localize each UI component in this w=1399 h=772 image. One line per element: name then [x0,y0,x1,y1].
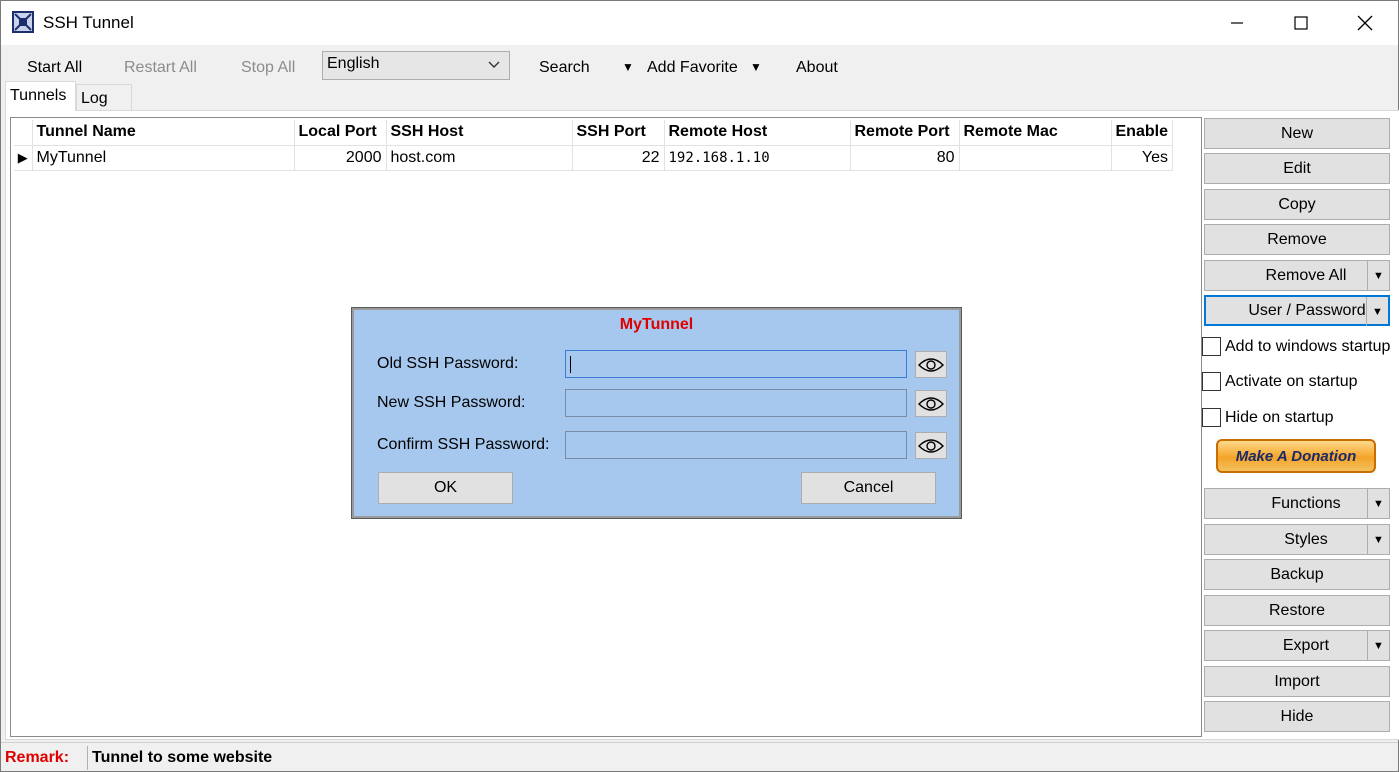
row-pointer-icon: ▶ [14,145,33,171]
column-header[interactable]: Tunnel Name [32,120,295,146]
hide-button[interactable]: Hide [1204,701,1390,732]
dropdown-arrow-icon[interactable]: ▼ [1367,525,1389,554]
cell-remote-mac[interactable] [959,145,1112,171]
column-header[interactable]: SSH Host [386,120,573,146]
checkbox-icon[interactable] [1202,408,1221,427]
dialog-title: MyTunnel [619,316,694,333]
cell-tunnel-name[interactable]: MyTunnel [32,145,295,171]
cell-local-port[interactable]: 2000 [294,145,387,171]
remark-label: Remark: [5,749,70,766]
password-dialog: MyTunnel Old SSH Password: New SSH Passw… [351,307,962,519]
add-startup-label: Add to windows startup [1225,337,1391,355]
dropdown-arrow-icon[interactable]: ▼ [1367,631,1389,660]
show-old-password-button[interactable] [915,351,947,378]
close-icon[interactable] [1333,1,1397,45]
column-header[interactable]: Local Port [294,120,387,146]
copy-button[interactable]: Copy [1204,189,1390,220]
column-header[interactable]: SSH Port [572,120,665,146]
backup-button[interactable]: Backup [1204,559,1390,590]
window-title: SSH Tunnel [43,13,134,32]
tab-tunnels[interactable]: Tunnels [5,81,76,111]
search-dropdown-icon[interactable]: ▼ [622,60,634,74]
row-indicator-header [14,120,33,146]
language-select[interactable]: English [322,51,510,80]
new-password-label: New SSH Password: [377,394,526,411]
confirm-password-label: Confirm SSH Password: [377,436,550,453]
old-password-field[interactable] [565,350,907,378]
chevron-down-icon [487,54,501,78]
add-favorite-dropdown-icon[interactable]: ▼ [750,60,762,74]
status-divider [87,746,88,770]
add-startup-checkbox[interactable]: Add to windows startup [1202,337,1390,356]
new-password-field[interactable] [565,389,907,417]
remove-all-button[interactable]: Remove All ▼ [1204,260,1390,291]
column-header[interactable]: Enable [1111,120,1173,146]
cell-remote-port[interactable]: 80 [850,145,960,171]
eye-icon [918,438,944,453]
app-window: SSH Tunnel Start All Restart All Stop Al… [0,0,1399,772]
styles-button[interactable]: Styles ▼ [1204,524,1390,555]
cell-ssh-port[interactable]: 22 [572,145,665,171]
restart-all-button[interactable]: Restart All [124,59,197,77]
dropdown-arrow-icon[interactable]: ▼ [1367,261,1389,290]
checkbox-icon[interactable] [1202,372,1221,391]
old-password-label: Old SSH Password: [377,355,519,372]
cell-enable[interactable]: Yes [1111,145,1173,171]
user-password-button[interactable]: User / Password ▼ [1204,295,1390,326]
dropdown-arrow-icon[interactable]: ▼ [1366,297,1388,326]
tunnel-table: Tunnel Name Local Port SSH Host SSH Port… [14,120,1173,171]
title-bar: SSH Tunnel [1,1,1398,45]
tab-log[interactable]: Log [76,84,132,111]
add-favorite-button[interactable]: Add Favorite [647,59,738,77]
dropdown-arrow-icon[interactable]: ▼ [1367,489,1389,518]
export-label: Export [1282,636,1330,654]
start-all-button[interactable]: Start All [27,59,82,77]
show-confirm-password-button[interactable] [915,432,947,459]
new-button[interactable]: New [1204,118,1390,149]
remove-all-label: Remove All [1265,266,1347,284]
about-button[interactable]: About [796,59,838,77]
column-header[interactable]: Remote Port [850,120,960,146]
cancel-button[interactable]: Cancel [801,472,936,504]
minimize-icon[interactable] [1205,1,1269,45]
eye-icon [918,396,944,411]
cell-remote-host[interactable]: 192.168.1.10 [664,145,851,171]
export-button[interactable]: Export ▼ [1204,630,1390,661]
table-header-row: Tunnel Name Local Port SSH Host SSH Port… [14,120,1173,146]
cell-ssh-host[interactable]: host.com [386,145,573,171]
eye-icon [918,357,944,372]
show-new-password-button[interactable] [915,390,947,417]
search-button[interactable]: Search [539,59,590,77]
checkbox-icon[interactable] [1202,337,1221,356]
table-row[interactable]: ▶ MyTunnel 2000 host.com 22 192.168.1.10… [14,145,1173,171]
language-value: English [327,55,380,72]
toolbar: Start All Restart All Stop All English S… [1,45,1398,83]
user-password-label: User / Password [1248,301,1366,319]
text-caret [570,356,571,373]
confirm-password-field[interactable] [565,431,907,459]
remark-value: Tunnel to some website [92,749,273,766]
app-icon [12,11,34,33]
column-header[interactable]: Remote Host [664,120,851,146]
functions-label: Functions [1271,494,1341,512]
hide-startup-checkbox[interactable]: Hide on startup [1202,408,1334,427]
activate-startup-label: Activate on startup [1225,372,1358,390]
ok-button[interactable]: OK [378,472,513,504]
donation-button[interactable]: Make A Donation [1216,439,1376,473]
stop-all-button[interactable]: Stop All [241,59,295,77]
edit-button[interactable]: Edit [1204,153,1390,184]
restore-button[interactable]: Restore [1204,595,1390,626]
activate-startup-checkbox[interactable]: Activate on startup [1202,372,1358,391]
status-bar: Remark: Tunnel to some website [1,742,1398,771]
hide-startup-label: Hide on startup [1225,408,1334,426]
maximize-icon[interactable] [1269,1,1333,45]
styles-label: Styles [1284,530,1328,548]
column-header[interactable]: Remote Mac [959,120,1112,146]
functions-button[interactable]: Functions ▼ [1204,488,1390,519]
remove-button[interactable]: Remove [1204,224,1390,255]
import-button[interactable]: Import [1204,666,1390,697]
